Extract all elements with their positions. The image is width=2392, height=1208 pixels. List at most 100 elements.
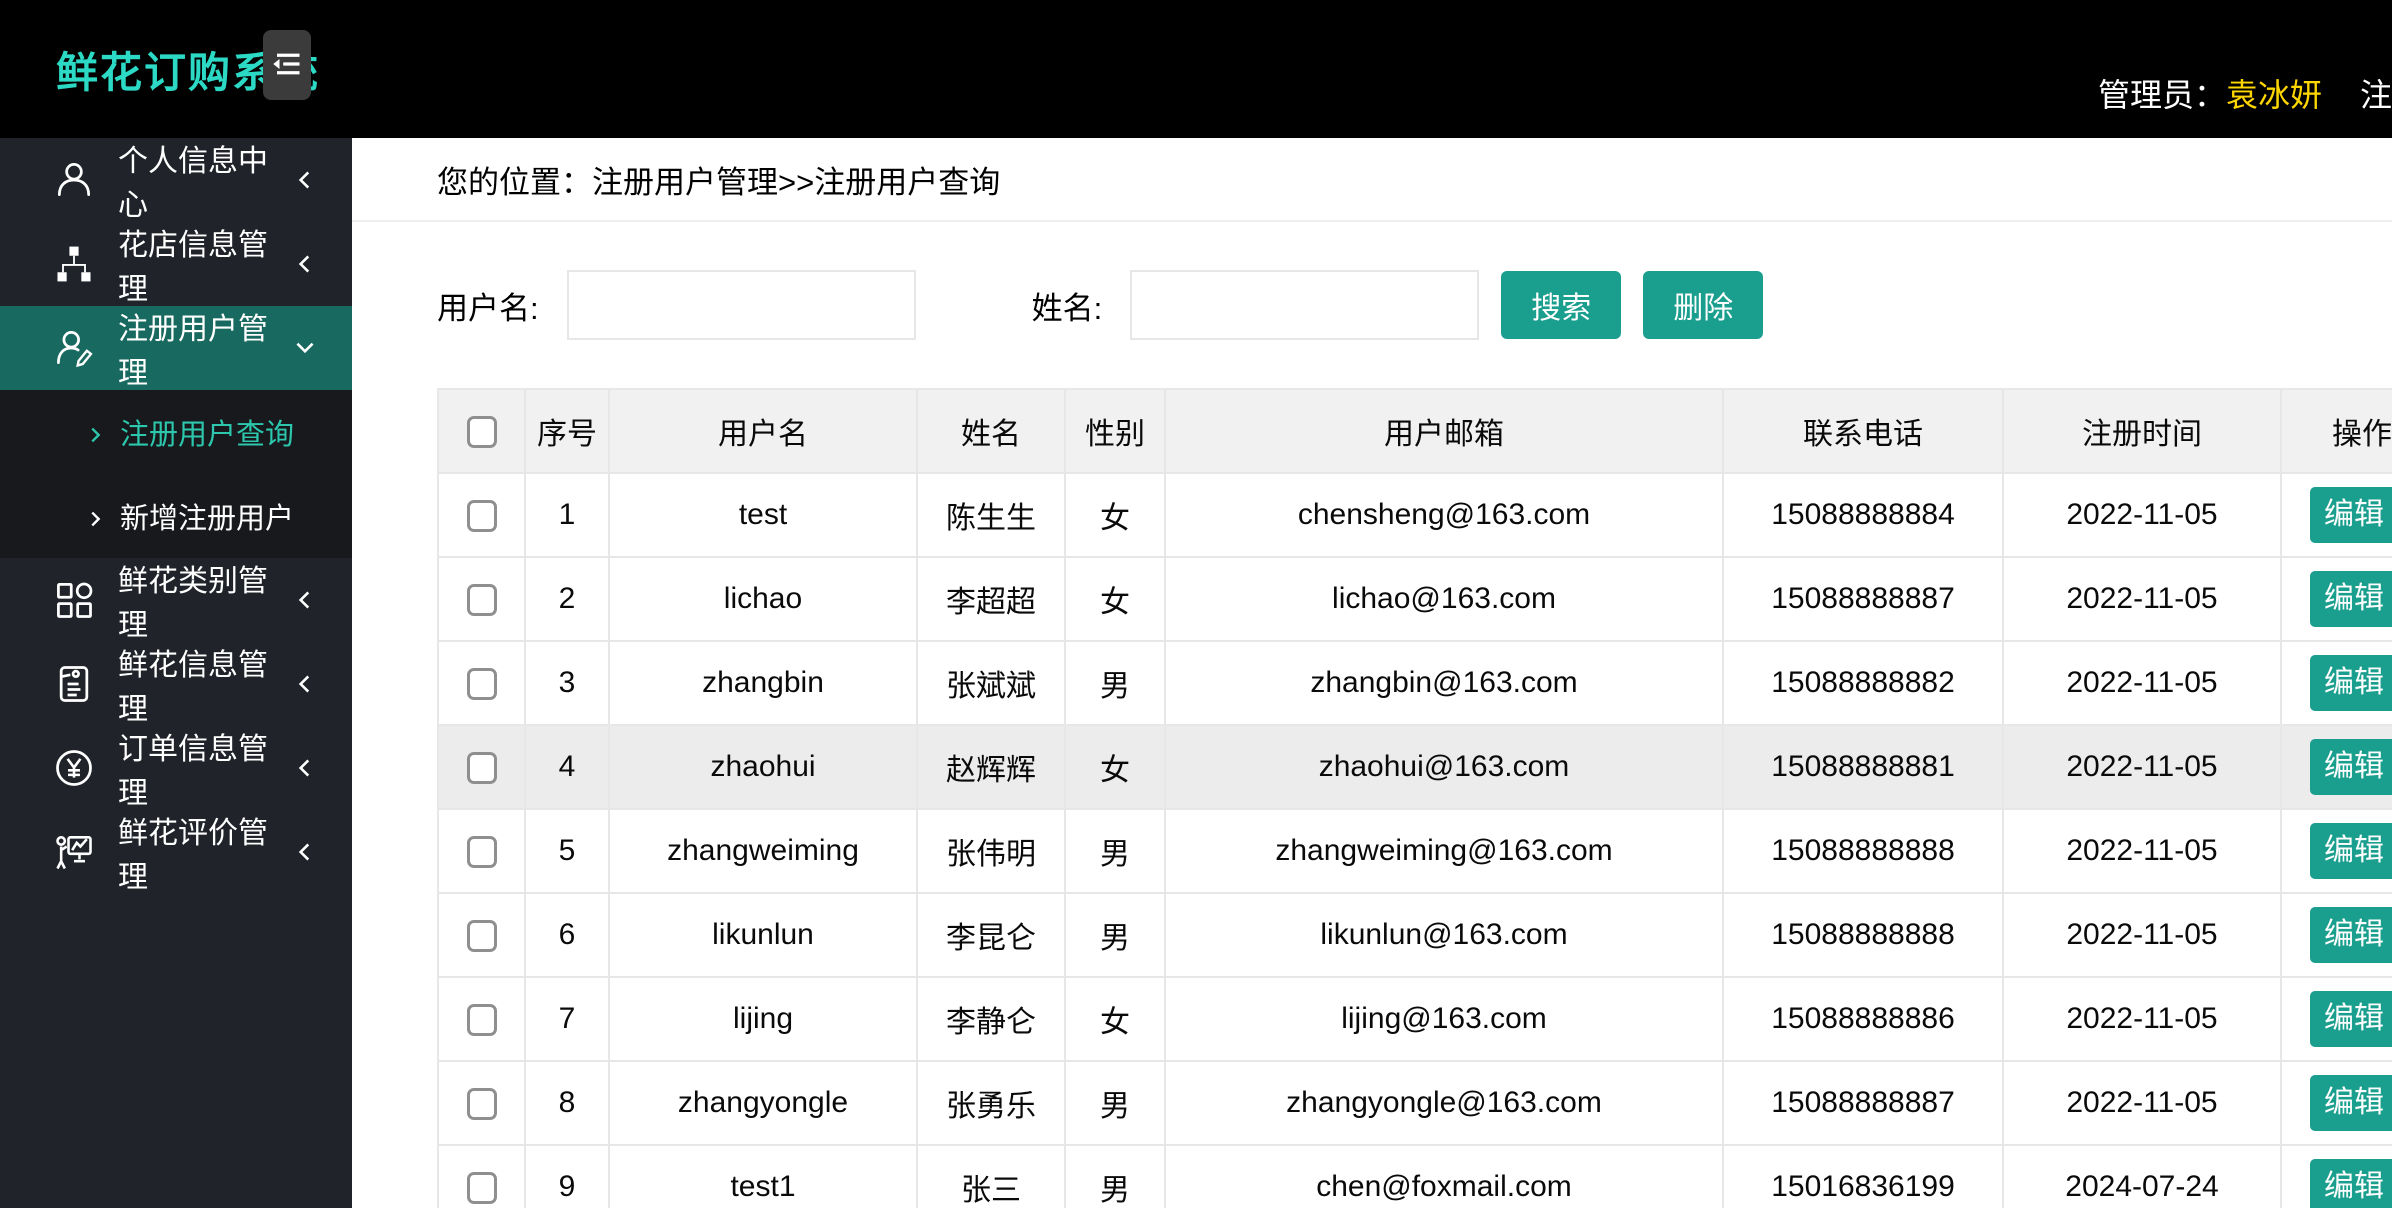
cell-name: 李超超 (916, 556, 1066, 642)
review-icon (52, 830, 96, 874)
sidebar-item-personal-info[interactable]: 个人信息中心 (0, 138, 352, 222)
chevron-right-icon (84, 505, 106, 527)
username-input[interactable] (566, 270, 916, 340)
breadcrumb-text: 您的位置：注册用户管理>>注册用户查询 (437, 164, 1001, 200)
sidebar-item-label: 个人信息中心 (118, 145, 268, 222)
edit-button[interactable]: 编辑 (2310, 1159, 2392, 1208)
sidebar-item-shop-info[interactable]: 花店信息管理 (0, 222, 352, 306)
cell-no: 9 (524, 1144, 610, 1208)
table-row: 9 test1 张三 男 chen@foxmail.com 1501683619… (437, 1144, 2392, 1208)
logout-link[interactable]: 注销 (2360, 70, 2392, 116)
sidebar-item-registered-users[interactable]: 注册用户管理 (0, 306, 352, 390)
cell-no: 1 (524, 472, 610, 558)
cell-reg-date: 2022-11-05 (2002, 640, 2282, 726)
cell-phone: 15088888884 (1722, 472, 2004, 558)
cell-reg-date: 2022-11-05 (2002, 892, 2282, 978)
edit-button[interactable]: 编辑 (2310, 823, 2392, 879)
cell-reg-date: 2022-11-05 (2002, 472, 2282, 558)
col-header-action: 操作 (2280, 388, 2392, 474)
row-checkbox[interactable] (466, 920, 497, 953)
search-button[interactable]: 搜索 (1501, 271, 1622, 339)
chevron-down-icon (292, 335, 318, 361)
edit-button[interactable]: 编辑 (2310, 907, 2392, 963)
cell-name: 李昆仑 (916, 892, 1066, 978)
cell-phone: 15088888886 (1722, 976, 2004, 1062)
cell-no: 8 (524, 1060, 610, 1146)
chevron-left-icon (292, 839, 318, 865)
edit-button[interactable]: 编辑 (2310, 655, 2392, 711)
outdent-icon (267, 44, 307, 87)
user-edit-icon (52, 326, 96, 370)
sidebar-item-flower-info[interactable]: 鲜花信息管理 (0, 642, 352, 726)
edit-button[interactable]: 编辑 (2310, 487, 2392, 543)
cell-gender: 女 (1064, 976, 1166, 1062)
cell-username: test (608, 472, 918, 558)
row-checkbox[interactable] (466, 752, 497, 785)
col-header-name: 姓名 (916, 388, 1066, 474)
submenu-item-label: 新增注册用户 (120, 503, 295, 535)
chevron-left-icon (292, 587, 318, 613)
sidebar-item-label: 注册用户管理 (118, 313, 268, 390)
row-checkbox[interactable] (466, 1088, 497, 1121)
cell-no: 2 (524, 556, 610, 642)
sidebar-item-label: 订单信息管理 (118, 733, 268, 810)
cell-email: zhangweiming@163.com (1164, 808, 1724, 894)
col-header-gender: 性别 (1064, 388, 1166, 474)
cell-phone: 15088888888 (1722, 892, 2004, 978)
cell-gender: 男 (1064, 1144, 1166, 1208)
cell-reg-date: 2024-07-24 (2002, 1144, 2282, 1208)
name-label: 姓名: (1031, 290, 1103, 326)
cell-email: likunlun@163.com (1164, 892, 1724, 978)
row-checkbox[interactable] (466, 584, 497, 617)
cell-name: 陈生生 (916, 472, 1066, 558)
table-row: 2 lichao 李超超 女 lichao@163.com 1508888888… (437, 556, 2392, 642)
table-row: 6 likunlun 李昆仑 男 likunlun@163.com 150888… (437, 892, 2392, 978)
select-all-checkbox[interactable] (466, 416, 497, 449)
cell-no: 3 (524, 640, 610, 726)
sidebar-item-flower-review[interactable]: 鲜花评价管理 (0, 810, 352, 894)
sidebar-item-order-info[interactable]: 订单信息管理 (0, 726, 352, 810)
flower-info-icon (52, 662, 96, 706)
row-checkbox[interactable] (466, 500, 497, 533)
user-icon (52, 158, 96, 202)
cell-no: 5 (524, 808, 610, 894)
col-header-reg-date: 注册时间 (2002, 388, 2282, 474)
admin-label: 管理员： (2098, 77, 2227, 113)
edit-button[interactable]: 编辑 (2310, 739, 2392, 795)
cell-gender: 男 (1064, 808, 1166, 894)
name-input[interactable] (1130, 270, 1480, 340)
cell-reg-date: 2022-11-05 (2002, 556, 2282, 642)
edit-button[interactable]: 编辑 (2310, 991, 2392, 1047)
delete-button[interactable]: 删除 (1643, 271, 1764, 339)
submenu-item-user-query[interactable]: 注册用户查询 (0, 390, 352, 474)
table-row: 7 lijing 李静仑 女 lijing@163.com 1508888888… (437, 976, 2392, 1062)
chevron-right-icon (84, 421, 106, 443)
cell-phone: 15088888887 (1722, 1060, 2004, 1146)
cell-username: lijing (608, 976, 918, 1062)
chevron-left-icon (292, 167, 318, 193)
sidebar-item-label: 鲜花信息管理 (118, 649, 268, 726)
sidebar-item-flower-category[interactable]: 鲜花类别管理 (0, 558, 352, 642)
cell-gender: 女 (1064, 556, 1166, 642)
admin-name[interactable]: 袁冰妍 (2226, 70, 2322, 116)
username-label: 用户名: (437, 290, 539, 326)
cell-username: zhangbin (608, 640, 918, 726)
edit-button[interactable]: 编辑 (2310, 1075, 2392, 1131)
row-checkbox[interactable] (466, 1172, 497, 1205)
row-checkbox[interactable] (466, 836, 497, 869)
table-row: 8 zhangyongle 张勇乐 男 zhangyongle@163.com … (437, 1060, 2392, 1146)
chevron-left-icon (292, 251, 318, 277)
cell-no: 7 (524, 976, 610, 1062)
submenu-item-add-user[interactable]: 新增注册用户 (0, 474, 352, 558)
edit-button[interactable]: 编辑 (2310, 571, 2392, 627)
col-header-phone: 联系电话 (1722, 388, 2004, 474)
table-header-row: 序号 用户名 姓名 性别 用户邮箱 联系电话 注册时间 操作 (437, 388, 2392, 474)
cell-name: 张伟明 (916, 808, 1066, 894)
sidebar-collapse-button[interactable] (263, 30, 311, 100)
registered-users-submenu: 注册用户查询 新增注册用户 (0, 390, 352, 558)
row-checkbox[interactable] (466, 668, 497, 701)
chevron-left-icon (292, 755, 318, 781)
row-checkbox[interactable] (466, 1004, 497, 1037)
cell-phone: 15088888887 (1722, 556, 2004, 642)
cell-username: zhaohui (608, 724, 918, 810)
